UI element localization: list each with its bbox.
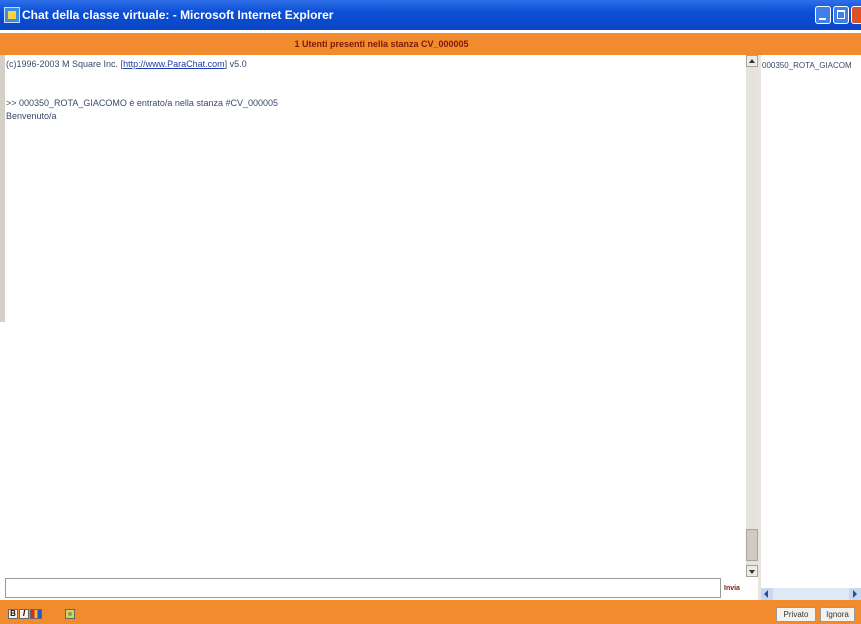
bottom-toolbar [0,600,861,624]
maximize-icon[interactable] [833,6,849,24]
italic-button[interactable]: I [19,609,29,619]
chat-message: Benvenuto/a [6,111,57,121]
close-icon[interactable] [851,6,861,24]
user-list-scrollbar[interactable] [761,588,861,600]
scroll-thumb[interactable] [746,529,758,561]
color-picker-icon[interactable] [30,609,42,619]
minimize-icon[interactable] [815,6,831,24]
user-list-item[interactable]: 000350_ROTA_GIACOM [762,61,852,70]
ie-icon [4,7,20,23]
user-list[interactable]: 000350_ROTA_GIACOM [761,55,861,590]
emoticon-icon[interactable] [65,609,75,619]
copyright-prefix: (c)1996-2003 M Square Inc. [ [6,59,124,69]
copyright-line: (c)1996-2003 M Square Inc. [http://www.P… [6,59,247,70]
parachat-link[interactable]: http://www.ParaChat.com [123,59,225,69]
message-input[interactable] [5,578,721,598]
ignore-button[interactable]: Ignora [820,607,855,622]
chat-scrollbar[interactable] [746,55,758,577]
send-button[interactable]: Invia [724,585,740,592]
scroll-up-icon[interactable] [746,55,758,67]
scroll-right-icon[interactable] [849,588,861,600]
chat-message: >> 000350_ROTA_GIACOMO è entrato/a nella… [6,98,278,108]
scroll-left-icon[interactable] [761,588,773,600]
room-status: 1 Utenti presenti nella stanza CV_000005 [294,39,469,49]
window-title: Chat della classe virtuale: - Microsoft … [22,8,334,22]
private-button[interactable]: Privato [776,607,816,622]
scroll-down-icon[interactable] [746,565,758,577]
copyright-suffix: ] v5.0 [224,59,247,69]
chat-log: (c)1996-2003 M Square Inc. [http://www.P… [5,55,744,577]
window-title-bar: Chat della classe virtuale: - Microsoft … [0,0,861,30]
bold-button[interactable]: B [8,609,18,619]
